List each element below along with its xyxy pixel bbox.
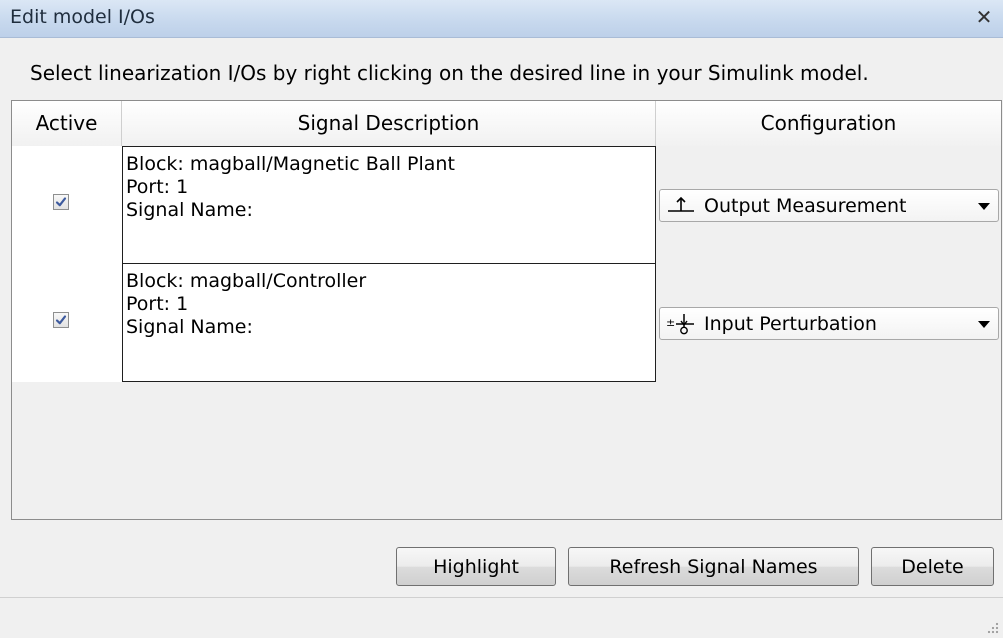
io-table: Active Signal Description Configuration … bbox=[11, 100, 1002, 520]
table-header: Active Signal Description Configuration bbox=[12, 101, 1001, 147]
column-header-active[interactable]: Active bbox=[12, 101, 122, 146]
instruction-text: Select linearization I/Os by right click… bbox=[30, 61, 869, 85]
signal-name: Signal Name: bbox=[126, 316, 253, 338]
close-button[interactable]: ✕ bbox=[973, 4, 995, 30]
checkmark-icon bbox=[55, 315, 67, 325]
table-row[interactable]: Block: magball/Magnetic Ball Plant Port:… bbox=[12, 146, 1001, 265]
svg-text:±: ± bbox=[666, 316, 675, 329]
signal-description-cell[interactable]: Block: magball/Controller Port: 1 Signal… bbox=[122, 264, 656, 382]
signal-description-cell[interactable]: Block: magball/Magnetic Ball Plant Port:… bbox=[122, 146, 656, 264]
title-bar[interactable]: Edit model I/Os ✕ bbox=[0, 0, 1003, 38]
configuration-cell: ± Input Perturbation bbox=[656, 264, 1001, 383]
active-checkbox[interactable] bbox=[53, 194, 69, 210]
table-row[interactable]: Block: magball/Controller Port: 1 Signal… bbox=[12, 264, 1001, 383]
edit-model-ios-dialog: Edit model I/Os ✕ Select linearization I… bbox=[0, 0, 1003, 638]
configuration-value: Output Measurement bbox=[704, 195, 907, 217]
port-number: Port: 1 bbox=[126, 176, 189, 198]
configuration-value: Input Perturbation bbox=[704, 313, 877, 335]
status-bar bbox=[0, 597, 1003, 638]
table-empty-area bbox=[12, 382, 1001, 519]
checkmark-icon bbox=[55, 197, 67, 207]
output-measurement-icon bbox=[668, 196, 694, 212]
chevron-down-icon bbox=[978, 203, 990, 210]
configuration-dropdown[interactable]: ± Input Perturbation bbox=[659, 307, 999, 340]
signal-name: Signal Name: bbox=[126, 199, 253, 221]
configuration-dropdown[interactable]: Output Measurement bbox=[659, 189, 999, 222]
highlight-button[interactable]: Highlight bbox=[396, 547, 556, 586]
window-title: Edit model I/Os bbox=[10, 6, 155, 28]
column-header-configuration[interactable]: Configuration bbox=[656, 101, 1001, 146]
active-cell bbox=[12, 146, 122, 265]
column-header-signal-description[interactable]: Signal Description bbox=[122, 101, 656, 146]
active-checkbox[interactable] bbox=[53, 312, 69, 328]
block-path: Block: magball/Controller bbox=[126, 270, 367, 292]
configuration-cell: Output Measurement bbox=[656, 146, 1001, 265]
chevron-down-icon bbox=[978, 321, 990, 328]
input-perturbation-icon: ± bbox=[666, 314, 694, 335]
refresh-signal-names-button[interactable]: Refresh Signal Names bbox=[568, 547, 859, 586]
block-path: Block: magball/Magnetic Ball Plant bbox=[126, 153, 455, 175]
port-number: Port: 1 bbox=[126, 293, 189, 315]
resize-grip-icon[interactable] bbox=[985, 620, 999, 634]
delete-button[interactable]: Delete bbox=[871, 547, 994, 586]
active-cell bbox=[12, 264, 122, 383]
